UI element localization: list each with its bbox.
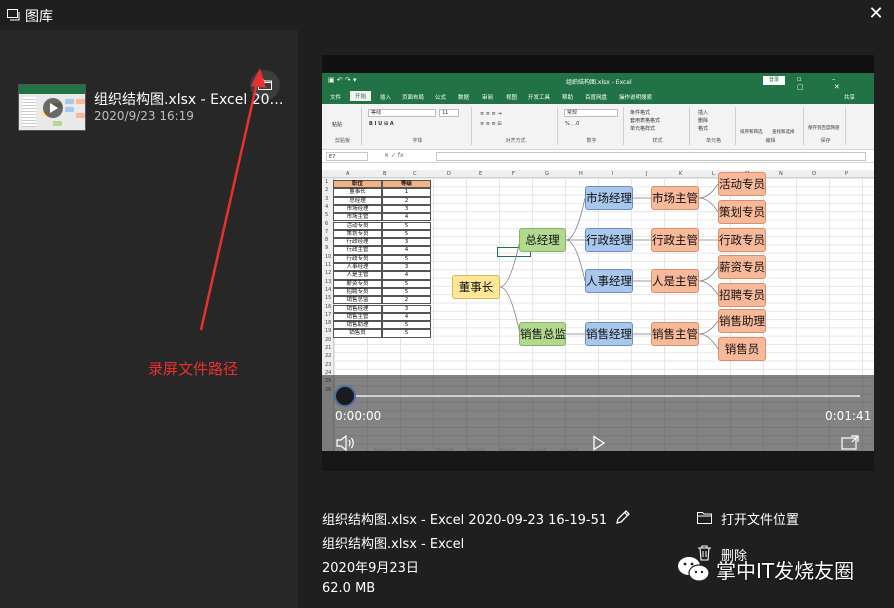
info-size: 62.0 MB	[322, 581, 376, 596]
seek-bar[interactable]	[344, 395, 860, 397]
org-node: 薪资专员	[718, 255, 766, 279]
org-node: 行政经理	[585, 228, 633, 252]
org-node: 销售主管	[651, 322, 699, 346]
mini-player-icon[interactable]	[841, 435, 859, 451]
gallery-item-date: 2020/9/23 16:19	[94, 109, 194, 123]
org-node: 人是主管	[651, 269, 699, 293]
org-node: 销售员	[718, 337, 766, 361]
wechat-icon	[678, 557, 710, 582]
edit-icon[interactable]	[614, 508, 632, 526]
org-node: 市场主管	[651, 186, 699, 210]
folder-icon	[697, 512, 712, 524]
org-node: 人事经理	[585, 269, 633, 293]
volume-icon[interactable]	[336, 435, 356, 451]
player-controls	[322, 375, 874, 471]
close-icon[interactable]: ✕	[866, 4, 886, 24]
org-node: 董事长	[452, 275, 500, 299]
title-bar: 图库 ✕	[0, 0, 894, 30]
org-node: 销售经理	[585, 322, 633, 346]
seek-thumb[interactable]	[334, 385, 356, 407]
video-preview[interactable]: ▣ ↶ ↷ ▾ 组织结构图.xlsx - Excel 登录 ▫ – ▢ ✕ 文件…	[322, 55, 874, 471]
gallery-app-icon	[7, 9, 20, 21]
annotation-text: 录屏文件路径	[148, 360, 239, 378]
org-node: 行政专员	[718, 228, 766, 252]
gallery-item[interactable]: 组织结构图.xlsx - Excel 2020-09-23 16-19-51 2…	[18, 84, 288, 134]
org-node: 活动专员	[718, 172, 766, 196]
org-node: 总经理	[519, 228, 566, 252]
gallery-item-name: 组织结构图.xlsx - Excel 2020-09-23 16-19-51	[94, 92, 284, 108]
info-filename: 组织结构图.xlsx - Excel 2020-09-23 16-19-51	[322, 513, 608, 528]
org-node: 招聘专员	[718, 283, 766, 307]
org-node: 策划专员	[718, 200, 766, 224]
window-title: 图库	[25, 9, 53, 25]
info-date: 2020年9月23日	[322, 561, 419, 576]
info-window-title: 组织结构图.xlsx - Excel	[322, 537, 465, 552]
duration: 0:01:41	[825, 409, 872, 423]
org-node: 销售助理	[718, 309, 766, 333]
current-time: 0:00:00	[335, 409, 382, 423]
org-node: 行政主管	[651, 228, 699, 252]
org-node: 销售总监	[519, 322, 566, 346]
open-file-location-label: 打开文件位置	[721, 513, 800, 528]
org-node: 市场经理	[585, 186, 633, 210]
play-icon	[43, 98, 63, 118]
video-thumbnail	[18, 84, 86, 131]
watermark-text: 掌中IT发烧友圈	[716, 559, 855, 583]
play-icon[interactable]	[592, 435, 606, 451]
